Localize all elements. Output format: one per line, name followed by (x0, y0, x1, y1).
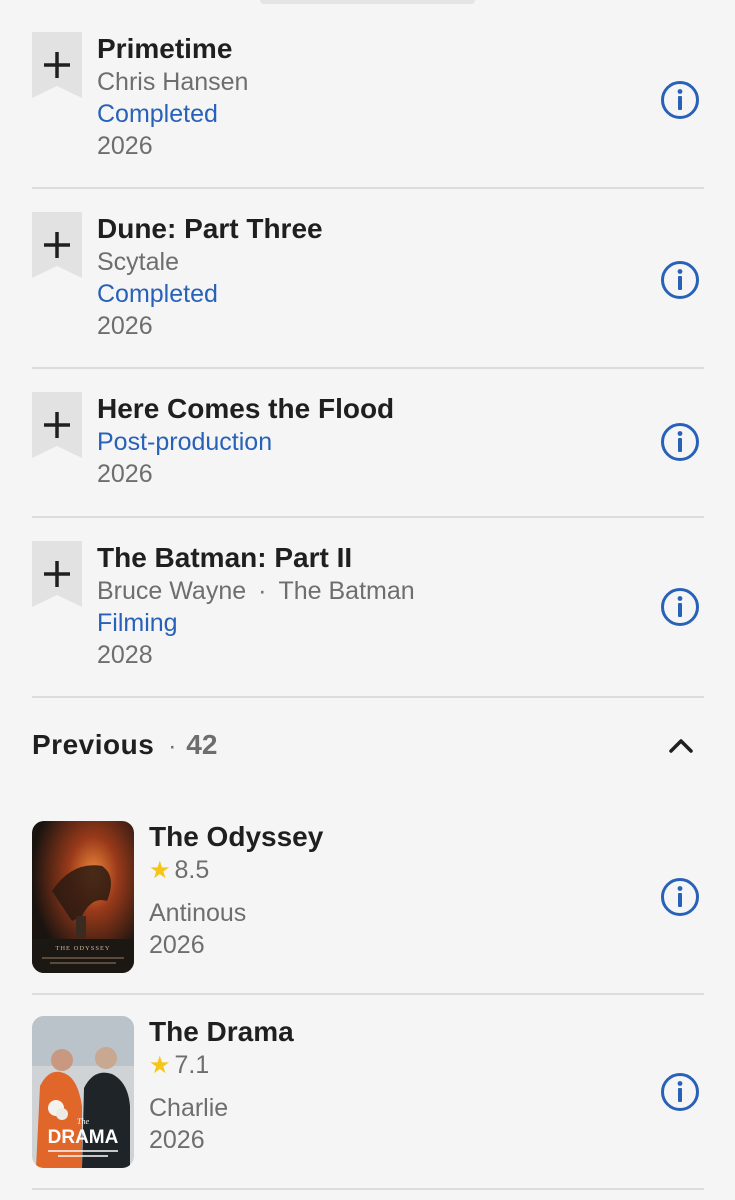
bookmark-plus-icon (32, 392, 82, 458)
add-to-watchlist-button[interactable] (32, 212, 82, 278)
section-title: Previous (32, 729, 155, 760)
star-icon: ★ (149, 857, 171, 884)
info-circle-icon (661, 423, 699, 461)
poster-title-text: THE ODYSSEY (55, 945, 110, 952)
item-status: Filming (97, 609, 178, 637)
rating-value: 8.5 (174, 856, 210, 884)
list-item[interactable]: Dune: Part Three Scytale Completed 2026 (32, 212, 704, 369)
poster-title-small: The (77, 1117, 89, 1126)
list-item[interactable]: Here Comes the Flood Post-production 202… (32, 392, 704, 518)
item-year: 2026 (149, 1126, 205, 1154)
bookmark-plus-icon (32, 212, 82, 278)
item-title[interactable]: The Drama (149, 1015, 634, 1049)
upcoming-list: Primetime Chris Hansen Completed 2026 (32, 32, 704, 189)
add-to-watchlist-button[interactable] (32, 32, 82, 98)
item-year: 2026 (149, 931, 205, 959)
item-roles: Bruce Wayne · The Batman (97, 575, 634, 607)
rating: ★ 8.5 (149, 854, 634, 887)
info-circle-icon (661, 588, 699, 626)
collapse-button[interactable] (666, 732, 696, 758)
info-circle-icon (661, 1073, 699, 1111)
upcoming-list: Dune: Part Three Scytale Completed 2026 (32, 212, 704, 369)
bookmark-plus-icon (32, 32, 82, 98)
item-role: Bruce Wayne (97, 577, 247, 605)
item-status: Completed (97, 100, 218, 128)
list-item[interactable]: The DRAMA The Drama ★ 7.1 Charlie 2026 (32, 1015, 704, 1190)
info-circle-icon (661, 878, 699, 916)
list-item[interactable]: The Batman: Part II Bruce Wayne · The Batm… (32, 541, 704, 698)
poster-title-text: DRAMA (48, 1127, 119, 1148)
add-to-watchlist-button[interactable] (32, 541, 82, 607)
filmography-page: Primetime Chris Hansen Completed 2026 Du… (0, 0, 735, 1200)
list-item[interactable]: THE ODYSSEY The Odyssey ★ 8.5 Antinous 20… (32, 820, 704, 995)
item-title[interactable]: The Batman: Part II (97, 541, 634, 575)
item-year: 2026 (97, 132, 153, 160)
upcoming-list: Here Comes the Flood Post-production 202… (32, 392, 704, 518)
item-title[interactable]: Dune: Part Three (97, 212, 634, 246)
chevron-up-icon (669, 739, 693, 753)
info-circle-icon (661, 261, 699, 299)
info-button[interactable] (660, 1072, 700, 1112)
info-circle-icon (661, 81, 699, 119)
item-year: 2026 (97, 312, 153, 340)
sheet-handle[interactable] (260, 0, 475, 4)
role-separator: · (258, 577, 267, 605)
item-title[interactable]: The Odyssey (149, 820, 634, 854)
item-title[interactable]: Here Comes the Flood (97, 392, 634, 426)
item-role: Chris Hansen (97, 68, 249, 96)
rating-value: 7.1 (174, 1051, 210, 1079)
item-role: Charlie (149, 1094, 229, 1122)
item-year: 2026 (97, 460, 153, 488)
poster-image[interactable]: The DRAMA (32, 1016, 134, 1168)
item-role-secondary: The Batman (278, 577, 415, 605)
upcoming-list: The Batman: Part II Bruce Wayne · The Batm… (32, 541, 704, 698)
item-role: Scytale (97, 248, 179, 276)
star-icon: ★ (149, 1052, 171, 1079)
item-status: Completed (97, 280, 218, 308)
list-item[interactable]: Primetime Chris Hansen Completed 2026 (32, 32, 704, 189)
item-title[interactable]: Primetime (97, 32, 634, 66)
previous-section-header[interactable]: Previous · 42 (32, 722, 704, 768)
rating: ★ 7.1 (149, 1049, 634, 1082)
info-button[interactable] (660, 80, 700, 120)
add-to-watchlist-button[interactable] (32, 392, 82, 458)
section-count: 42 (186, 729, 218, 760)
item-role: Antinous (149, 899, 247, 927)
bookmark-plus-icon (32, 541, 82, 607)
item-year: 2028 (97, 641, 153, 669)
info-button[interactable] (660, 877, 700, 917)
poster-image[interactable]: THE ODYSSEY (32, 821, 134, 973)
section-separator: · (168, 733, 177, 760)
info-button[interactable] (660, 260, 700, 300)
item-status: Post-production (97, 428, 273, 456)
info-button[interactable] (660, 587, 700, 627)
info-button[interactable] (660, 422, 700, 462)
